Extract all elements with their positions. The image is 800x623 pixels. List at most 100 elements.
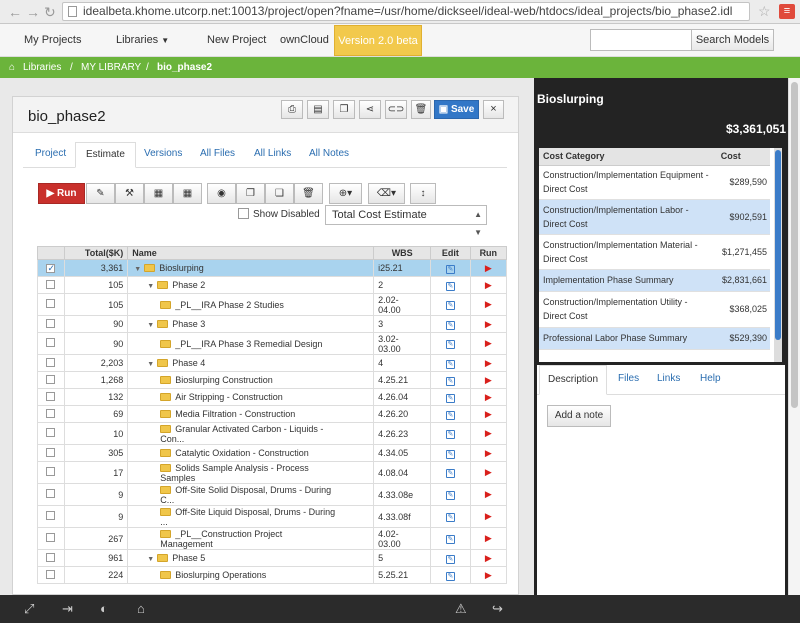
- run-arrow-icon[interactable]: ▶: [485, 392, 492, 402]
- expand-triangle-icon[interactable]: ▼: [147, 361, 154, 368]
- nav-libraries[interactable]: Libraries ▼: [116, 24, 169, 56]
- copy-icon[interactable]: ❐: [333, 100, 355, 119]
- table-row[interactable]: 105 _PL__IRA Phase 2 Studies 2.02- 04.00 ✎ ▶: [37, 293, 508, 316]
- version-badge[interactable]: Version 2.0 beta: [334, 25, 422, 56]
- edit-icon[interactable]: ✎: [445, 393, 455, 403]
- edit-icon[interactable]: ✎: [445, 535, 455, 544]
- edit-icon[interactable]: ✎: [445, 491, 455, 500]
- view-icon[interactable]: ◉: [207, 183, 236, 204]
- grid-header-wbs[interactable]: WBS: [373, 246, 432, 260]
- row-checkbox[interactable]: [46, 467, 56, 476]
- cost-row[interactable]: Construction/Implementation Labor - Dire…: [539, 199, 770, 235]
- expand-triangle-icon[interactable]: ▼: [147, 283, 154, 290]
- run-arrow-icon[interactable]: ▶: [485, 358, 492, 368]
- row-checkbox[interactable]: [46, 533, 56, 542]
- grid-header-total[interactable]: Total($K): [63, 246, 129, 260]
- expand-triangle-icon[interactable]: ▼: [147, 556, 154, 563]
- search-input[interactable]: [590, 29, 692, 51]
- tab-versions[interactable]: Versions: [142, 142, 184, 168]
- run-arrow-icon[interactable]: ▶: [485, 375, 492, 385]
- cost-row[interactable]: Construction/Implementation Utility - Di…: [539, 291, 770, 328]
- row-checkbox[interactable]: [46, 279, 56, 289]
- cost-scrollbar[interactable]: [774, 148, 782, 362]
- nav-my-projects[interactable]: My Projects: [24, 24, 81, 56]
- run-arrow-icon[interactable]: ▶: [485, 319, 492, 329]
- tab-files[interactable]: Files: [618, 365, 639, 395]
- run-arrow-icon[interactable]: ▶: [485, 570, 492, 580]
- edit-icon[interactable]: ✎: [86, 183, 115, 204]
- edit-icon[interactable]: ✎: [445, 340, 455, 349]
- star-icon[interactable]: ☆: [758, 3, 771, 20]
- run-arrow-icon[interactable]: ▶: [485, 428, 492, 438]
- trash-icon[interactable]: 🗑: [294, 183, 323, 204]
- fullscreen-icon[interactable]: ⤢: [24, 601, 34, 617]
- back-icon[interactable]: ←: [8, 4, 22, 20]
- run-arrow-icon[interactable]: ▶: [485, 280, 492, 290]
- warning-icon[interactable]: ⚠: [455, 601, 467, 617]
- cost-header-category[interactable]: Cost Category: [539, 148, 717, 166]
- save-button[interactable]: ▣ Save: [434, 100, 479, 119]
- breadcrumb-libraries[interactable]: Libraries: [23, 57, 61, 78]
- table-row[interactable]: 305 Catalytic Oxidation - Construction 4.3…: [37, 444, 508, 462]
- row-checkbox[interactable]: [46, 447, 56, 457]
- cost-scrollbar-thumb[interactable]: [775, 150, 781, 340]
- run-arrow-icon[interactable]: ▶: [485, 263, 492, 273]
- table-row[interactable]: 132 Air Stripping - Construction 4.26.04 ✎ ▶: [37, 388, 508, 406]
- edit-icon[interactable]: ✎: [445, 449, 455, 459]
- cost-row[interactable]: Implementation Phase Summary $2,831,661: [539, 269, 770, 292]
- edit-icon[interactable]: ✎: [445, 571, 455, 581]
- document-icon[interactable]: ▤: [307, 100, 329, 119]
- tab-description[interactable]: Description: [539, 365, 608, 395]
- run-arrow-icon[interactable]: ▶: [485, 467, 492, 477]
- forward-icon[interactable]: →: [26, 4, 40, 20]
- tab-links[interactable]: Links: [657, 365, 680, 395]
- home-icon[interactable]: ⌂: [9, 57, 15, 78]
- table-row[interactable]: 105 ▼ Phase 2 2 ✎ ▶: [37, 276, 508, 294]
- row-checkbox[interactable]: [46, 338, 56, 347]
- sort-vertical-icon[interactable]: ↕: [410, 183, 436, 204]
- tab-help[interactable]: Help: [700, 365, 721, 395]
- run-button[interactable]: ▶ Run: [38, 183, 85, 204]
- row-checkbox[interactable]: ✓: [46, 264, 56, 273]
- table-row[interactable]: 10 Granular Activated Carbon - Liquids - …: [37, 422, 508, 445]
- close-button[interactable]: ×: [483, 100, 504, 119]
- search-models-button[interactable]: Search Models: [691, 29, 774, 51]
- cost-row[interactable]: Professional Labor Phase Summary $529,390: [539, 327, 770, 350]
- expand-triangle-icon[interactable]: ▼: [147, 322, 154, 329]
- run-arrow-icon[interactable]: ▶: [485, 489, 492, 499]
- run-arrow-icon[interactable]: ▶: [485, 511, 492, 521]
- run-arrow-icon[interactable]: ▶: [485, 338, 492, 348]
- edit-icon[interactable]: ✎: [445, 410, 455, 420]
- login-icon[interactable]: ⇥: [62, 601, 73, 617]
- edit-icon[interactable]: ✎: [445, 554, 455, 564]
- tab-estimate[interactable]: Estimate: [75, 142, 136, 168]
- table-row[interactable]: 69 Media Filtration - Construction 4.26.20…: [37, 405, 508, 423]
- run-arrow-icon[interactable]: ▶: [485, 409, 492, 419]
- address-bar[interactable]: idealbeta.khome.utcorp.net:10013/project…: [62, 2, 750, 21]
- row-checkbox[interactable]: [46, 357, 56, 367]
- copy-icon[interactable]: ❐: [236, 183, 265, 204]
- add-note-button[interactable]: Add a note: [547, 405, 611, 427]
- table-alt-icon[interactable]: ▦: [173, 183, 202, 204]
- nav-new-project[interactable]: New Project: [207, 24, 266, 56]
- row-checkbox[interactable]: [46, 374, 56, 384]
- edit-icon[interactable]: ✎: [445, 301, 455, 310]
- nav-owncloud[interactable]: ownCloud: [280, 24, 329, 56]
- home-icon[interactable]: ⌂: [137, 601, 145, 616]
- edit-icon[interactable]: ✎: [445, 513, 455, 522]
- row-checkbox[interactable]: [46, 552, 56, 562]
- row-checkbox[interactable]: [46, 428, 56, 437]
- grid-header-name[interactable]: Name: [127, 246, 375, 260]
- edit-icon[interactable]: ✎: [445, 469, 455, 478]
- row-checkbox[interactable]: [46, 408, 56, 418]
- table-row[interactable]: 17 Solids Sample Analysis - Process Sampl…: [37, 461, 508, 484]
- cost-row[interactable]: Construction/Implementation Equipment - …: [539, 165, 770, 200]
- share-icon[interactable]: ⋖: [359, 100, 381, 119]
- add-dropdown-icon[interactable]: ⊕▾: [329, 183, 362, 204]
- row-checkbox[interactable]: [46, 318, 56, 328]
- row-checkbox[interactable]: [46, 569, 56, 579]
- row-checkbox[interactable]: [46, 391, 56, 401]
- table-icon[interactable]: ▦: [144, 183, 173, 204]
- run-arrow-icon[interactable]: ▶: [485, 533, 492, 543]
- link-icon[interactable]: ⊂⊃: [385, 100, 407, 119]
